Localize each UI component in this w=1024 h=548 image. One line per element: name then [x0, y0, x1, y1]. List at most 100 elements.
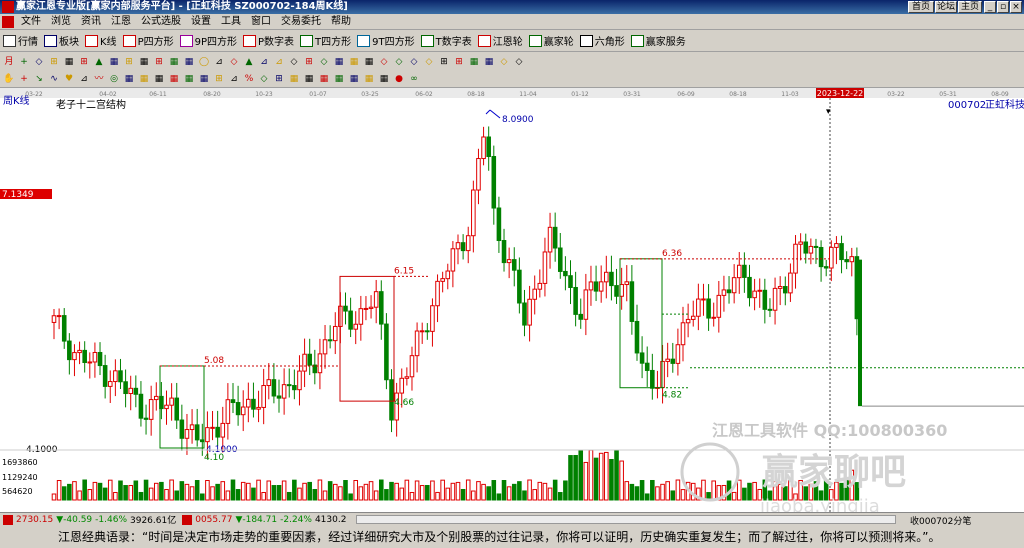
menu-file[interactable]: 文件 [16, 14, 46, 30]
draw-tool2-27-icon[interactable]: ∞ [407, 72, 421, 86]
menu-formula[interactable]: 公式选股 [136, 14, 186, 30]
draw-tool-13-icon[interactable]: ◯ [197, 55, 211, 69]
draw-tool2-1-icon[interactable]: + [17, 72, 31, 86]
draw-tool2-6-icon[interactable]: 〰 [92, 72, 106, 86]
draw-tool2-5-icon[interactable]: ⊿ [77, 72, 91, 86]
draw-tool-27-icon[interactable]: ◇ [407, 55, 421, 69]
draw-tool2-4-icon[interactable]: ♥ [62, 72, 76, 86]
draw-tool-9-icon[interactable]: ▦ [137, 55, 151, 69]
draw-tool2-3-icon[interactable]: ∿ [47, 72, 61, 86]
minimize-icon[interactable]: _ [984, 1, 996, 13]
draw-tool2-13-icon[interactable]: ▦ [197, 72, 211, 86]
draw-tool-11-icon[interactable]: ▦ [167, 55, 181, 69]
quote-bar: 江恩经典语录：“时间是决定市场走势的重要因素，经过详细研究大市及个别股票的过往记… [0, 526, 1024, 548]
draw-tool2-9-icon[interactable]: ▦ [137, 72, 151, 86]
toolbar-btn-7[interactable]: 9T四方形 [354, 31, 417, 51]
draw-tool-33-icon[interactable]: ◇ [497, 55, 511, 69]
draw-tool-23-icon[interactable]: ▦ [347, 55, 361, 69]
volume-bar [317, 479, 323, 501]
draw-tool2-12-icon[interactable]: ▦ [182, 72, 196, 86]
draw-tool-16-icon[interactable]: ▲ [242, 55, 256, 69]
draw-tool-5-icon[interactable]: ⊞ [77, 55, 91, 69]
close-icon[interactable]: × [1010, 1, 1022, 13]
draw-tool-10-icon[interactable]: ⊞ [152, 55, 166, 69]
draw-tool-2-icon[interactable]: ◇ [32, 55, 46, 69]
menu-gann[interactable]: 江恩 [106, 14, 136, 30]
draw-tool-15-icon[interactable]: ◇ [227, 55, 241, 69]
draw-tool-28-icon[interactable]: ◇ [422, 55, 436, 69]
draw-tool2-10-icon[interactable]: ▦ [152, 72, 166, 86]
draw-tool-18-icon[interactable]: ⊿ [272, 55, 286, 69]
draw-tool-14-icon[interactable]: ⊿ [212, 55, 226, 69]
draw-tool2-21-icon[interactable]: ▦ [317, 72, 331, 86]
draw-tool-19-icon[interactable]: ◇ [287, 55, 301, 69]
draw-tool-29-icon[interactable]: ⊞ [437, 55, 451, 69]
toolbar-btn-6[interactable]: T四方形 [297, 31, 354, 51]
menu-trade[interactable]: 交易委托 [276, 14, 326, 30]
menu-settings[interactable]: 设置 [186, 14, 216, 30]
toolbar-btn-5[interactable]: P数字表 [240, 31, 297, 51]
kline-chart[interactable]: 03-22 04-02 06-11 08-20 10-23 01-07 03-25 06-02… [0, 88, 1024, 517]
draw-tool-21-icon[interactable]: ◇ [317, 55, 331, 69]
menu-news[interactable]: 资讯 [76, 14, 106, 30]
volume-bar [251, 487, 256, 501]
draw-tool-25-icon[interactable]: ◇ [377, 55, 391, 69]
toolbar-btn-3[interactable]: P四方形 [120, 31, 177, 51]
draw-tool2-17-icon[interactable]: ◇ [257, 72, 271, 86]
draw-tool-32-icon[interactable]: ▦ [482, 55, 496, 69]
menu-window[interactable]: 窗口 [246, 14, 276, 30]
maximize-icon[interactable]: ▫ [997, 1, 1009, 13]
draw-tool-7-icon[interactable]: ▦ [107, 55, 121, 69]
toolbar-btn-8[interactable]: T数字表 [418, 31, 475, 51]
draw-tool2-18-icon[interactable]: ⊞ [272, 72, 286, 86]
forum-button[interactable]: 论坛 [935, 1, 957, 13]
draw-tool-4-icon[interactable]: ▦ [62, 55, 76, 69]
draw-tool-30-icon[interactable]: ⊞ [452, 55, 466, 69]
main-button[interactable]: 主页 [958, 1, 982, 13]
draw-tool2-24-icon[interactable]: ▦ [362, 72, 376, 86]
draw-tool2-16-icon[interactable]: % [242, 72, 256, 86]
toolbar-btn-10[interactable]: 赢家轮 [526, 31, 577, 51]
draw-tool2-7-icon[interactable]: ◎ [107, 72, 121, 86]
draw-tool2-8-icon[interactable]: ▦ [122, 72, 136, 86]
home-button[interactable]: 首页 [908, 1, 934, 13]
volume-bar [644, 493, 650, 501]
draw-tool2-23-icon[interactable]: ▦ [347, 72, 361, 86]
draw-tool-26-icon[interactable]: ◇ [392, 55, 406, 69]
draw-tool2-2-icon[interactable]: ↘ [32, 72, 46, 86]
toolbar-btn-12[interactable]: 赢家服务 [628, 31, 689, 51]
draw-tool2-11-icon[interactable]: ▦ [167, 72, 181, 86]
draw-tool2-19-icon[interactable]: ▦ [287, 72, 301, 86]
draw-tool-24-icon[interactable]: ▦ [362, 55, 376, 69]
draw-tool-31-icon[interactable]: ▦ [467, 55, 481, 69]
draw-tool-17-icon[interactable]: ⊿ [257, 55, 271, 69]
toolbar-btn-1[interactable]: 板块 [41, 31, 82, 51]
draw-tool2-22-icon[interactable]: ▦ [332, 72, 346, 86]
draw-tool-0-icon[interactable]: 月 [2, 55, 16, 69]
draw-tool-6-icon[interactable]: ▲ [92, 55, 106, 69]
draw-tool2-20-icon[interactable]: ▦ [302, 72, 316, 86]
draw-tool-34-icon[interactable]: ◇ [512, 55, 526, 69]
draw-tool-8-icon[interactable]: ⊞ [122, 55, 136, 69]
draw-tool-20-icon[interactable]: ⊞ [302, 55, 316, 69]
draw-tool2-25-icon[interactable]: ▦ [377, 72, 391, 86]
menu-tools[interactable]: 工具 [216, 14, 246, 30]
toolbar-btn-4[interactable]: 9P四方形 [177, 31, 240, 51]
chart-area[interactable]: 03-22 04-02 06-11 08-20 10-23 01-07 03-25 06-02… [0, 88, 1024, 517]
draw-tool2-0-icon[interactable]: ✋ [2, 72, 16, 86]
menu-help[interactable]: 帮助 [326, 14, 356, 30]
toolbar-btn-9[interactable]: 江恩轮 [475, 31, 526, 51]
draw-tool-22-icon[interactable]: ▦ [332, 55, 346, 69]
draw-tool-12-icon[interactable]: ▦ [182, 55, 196, 69]
menu-browse[interactable]: 浏览 [46, 14, 76, 30]
draw-tool2-26-icon[interactable]: ● [392, 72, 406, 86]
horizontal-scrollbar[interactable] [356, 515, 896, 524]
toolbar-btn-11[interactable]: 六角形 [577, 31, 628, 51]
draw-tool-3-icon[interactable]: ⊞ [47, 55, 61, 69]
toolbar-btn-2[interactable]: K线 [82, 31, 120, 51]
toolbar-btn-0[interactable]: 行情 [0, 31, 41, 51]
draw-tool-1-icon[interactable]: + [17, 55, 31, 69]
candle-body [133, 387, 139, 395]
draw-tool2-15-icon[interactable]: ⊿ [227, 72, 241, 86]
draw-tool2-14-icon[interactable]: ⊞ [212, 72, 226, 86]
